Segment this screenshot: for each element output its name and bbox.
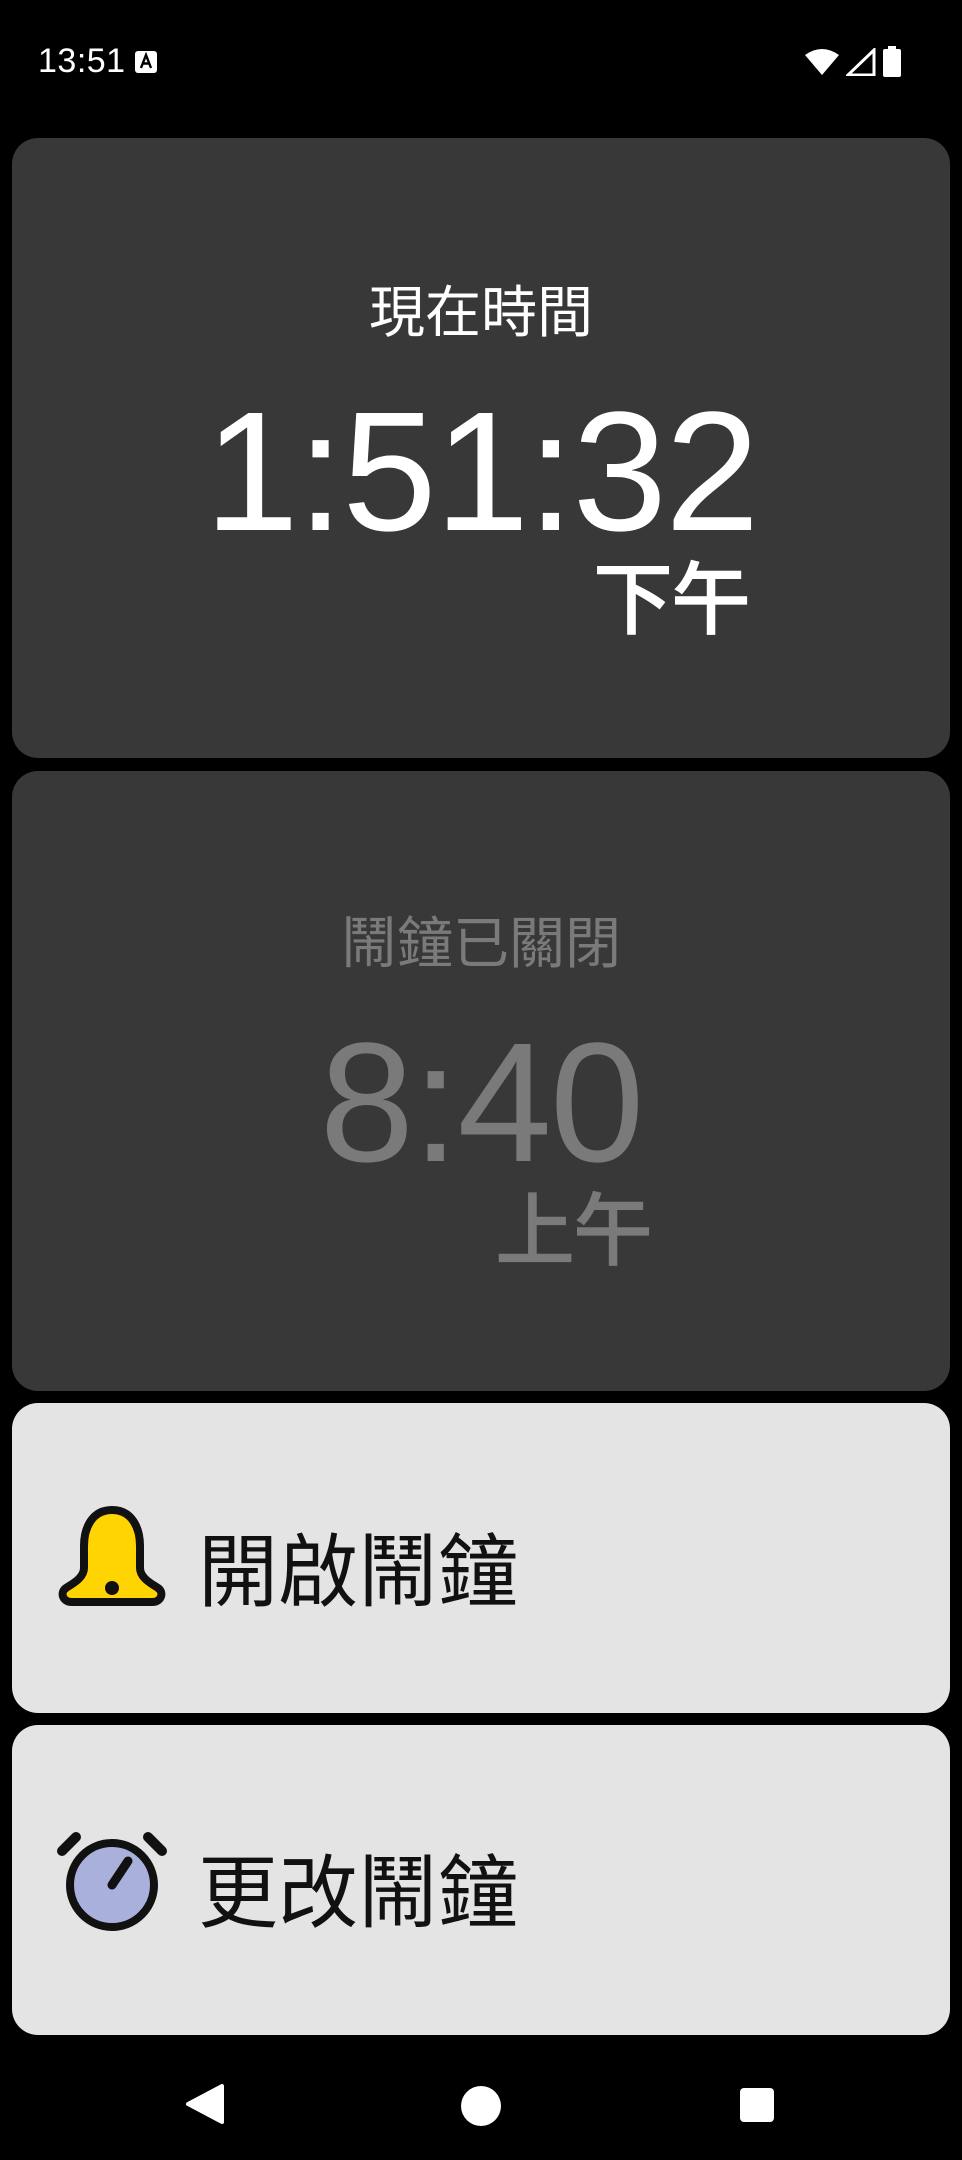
current-time-card: 現在時間 1:51:32 下午 (12, 138, 950, 758)
alarm-time-ampm: 上午 (496, 1187, 653, 1277)
a-notification-icon (135, 51, 157, 73)
current-time-label: 現在時間 (369, 281, 593, 346)
alarm-status-label: 鬧鐘已關閉 (341, 912, 621, 977)
status-icons (804, 46, 902, 78)
home-icon[interactable] (459, 2084, 503, 2128)
current-time-ampm: 下午 (594, 556, 751, 646)
change-alarm-button[interactable]: 更改鬧鐘 (12, 1725, 950, 2035)
back-icon[interactable] (182, 2082, 226, 2126)
status-time: 13:51 (38, 42, 126, 80)
enable-alarm-button[interactable]: 開啟鬧鐘 (12, 1403, 950, 1713)
battery-icon (883, 46, 901, 77)
cell-signal-icon (846, 48, 876, 76)
alarm-time-value: 8:40 (319, 1008, 645, 1198)
alarm-clock-icon (57, 1832, 167, 1931)
change-alarm-label: 更改鬧鐘 (198, 1847, 518, 1940)
recents-icon[interactable] (739, 2087, 775, 2123)
current-time-value: 1:51:32 (204, 377, 759, 567)
enable-alarm-label: 開啟鬧鐘 (198, 1526, 518, 1619)
alarm-status-card: 鬧鐘已關閉 8:40 上午 (12, 771, 950, 1391)
wifi-icon (805, 49, 839, 75)
bell-icon (58, 1506, 166, 1606)
status-bar: 13:51 (0, 0, 962, 125)
